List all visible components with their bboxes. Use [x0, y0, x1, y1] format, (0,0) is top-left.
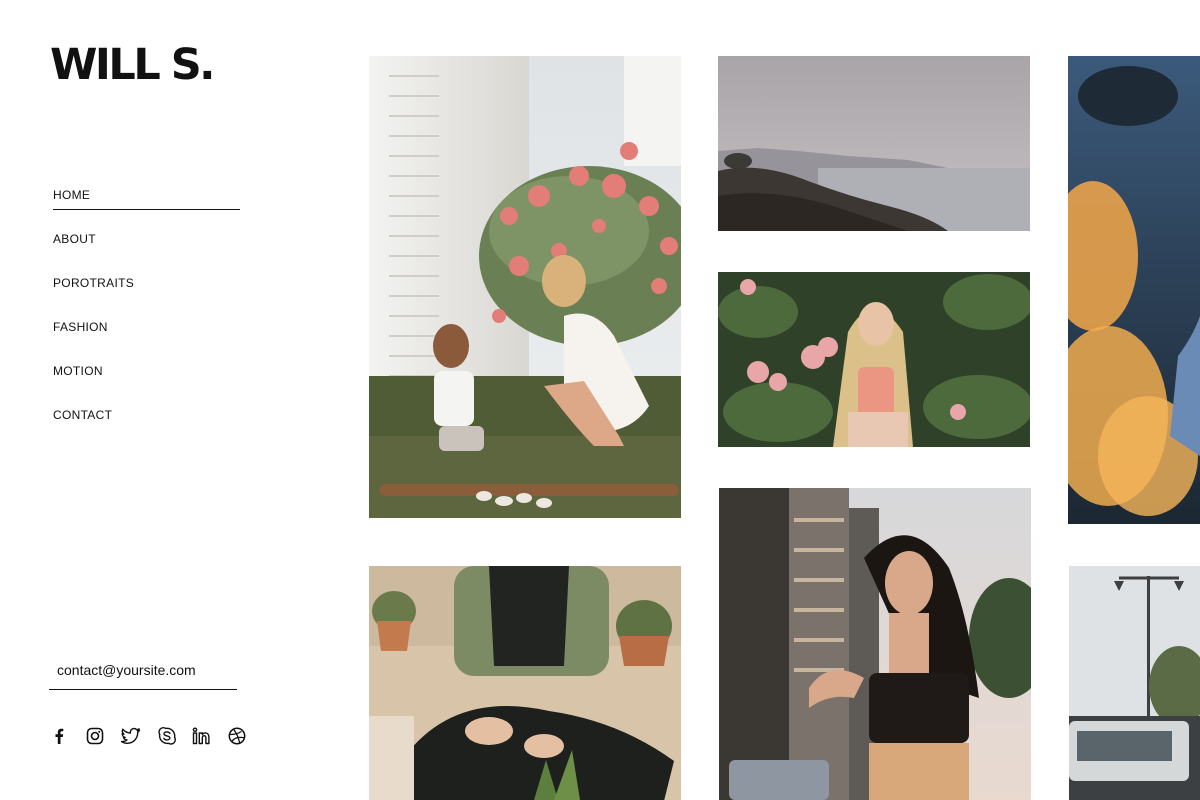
twitter-icon[interactable] [121, 725, 157, 747]
photo-foggy-coastline[interactable] [718, 56, 1030, 231]
nav-item-motion[interactable]: MOTION [53, 362, 240, 406]
nav-item-contact[interactable]: CONTACT [53, 406, 240, 450]
contact-underline [49, 689, 237, 690]
nav-item-home[interactable]: HOME [53, 186, 240, 230]
photo-plants-overalls[interactable] [369, 566, 681, 800]
contact-email-link[interactable]: contact@yoursite.com [57, 662, 196, 678]
instagram-icon[interactable] [86, 725, 122, 747]
skype-icon[interactable] [157, 725, 193, 747]
nav-item-fashion[interactable]: FASHION [53, 318, 240, 362]
facebook-icon[interactable] [50, 725, 86, 747]
site-logo[interactable]: WILL S. [50, 40, 216, 90]
main-navigation: HOME ABOUT POROTRAITS FASHION MOTION CON… [53, 186, 240, 450]
linkedin-icon[interactable] [192, 725, 228, 747]
social-links [50, 725, 263, 747]
nav-item-about[interactable]: ABOUT [53, 230, 240, 274]
photo-street-lamp[interactable] [1069, 566, 1200, 800]
photo-garden-mother-child[interactable] [369, 56, 681, 518]
photo-bokeh-lights[interactable] [1068, 56, 1200, 524]
dribbble-icon[interactable] [228, 725, 264, 747]
portfolio-page: WILL S. HOME ABOUT POROTRAITS FASHION MO… [0, 0, 1200, 800]
photo-blonde-flowers[interactable] [718, 272, 1030, 447]
nav-item-portraits[interactable]: POROTRAITS [53, 274, 240, 318]
photo-woman-city[interactable] [719, 488, 1031, 800]
